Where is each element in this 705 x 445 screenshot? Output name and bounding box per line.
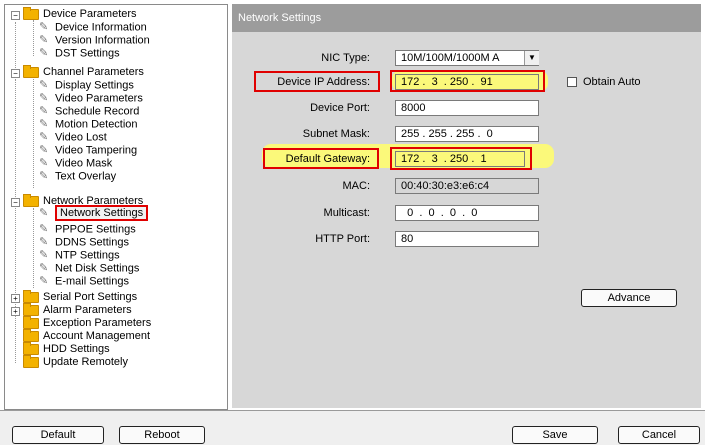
gateway-label-highlight	[263, 148, 379, 169]
panel-title: Network Settings	[238, 12, 322, 24]
tree-update-remotely[interactable]: Update Remotely	[23, 354, 128, 369]
tree-ntp-settings[interactable]: ✎ NTP Settings	[39, 249, 120, 262]
tree-schedule-record[interactable]: ✎ Schedule Record	[39, 105, 139, 118]
pencil-icon: ✎	[39, 236, 49, 248]
mac-field: 00:40:30:e3:e6:c4	[395, 178, 539, 194]
expand-toggle[interactable]: +	[11, 294, 20, 303]
pencil-icon: ✎	[39, 207, 49, 219]
pencil-icon: ✎	[39, 249, 49, 261]
obtain-auto-checkbox[interactable]	[567, 77, 577, 87]
pencil-icon: ✎	[39, 21, 49, 33]
collapse-toggle[interactable]: −	[11, 198, 20, 207]
tree-version-information[interactable]: ✎ Version Information	[39, 34, 150, 47]
tree-pppoe-settings[interactable]: ✎ PPPOE Settings	[39, 223, 136, 236]
tree-network-settings[interactable]: ✎ Network Settings	[39, 205, 149, 224]
pencil-icon: ✎	[39, 157, 49, 169]
ip-label-highlight	[254, 71, 380, 92]
tree-channel-parameters[interactable]: Channel Parameters	[23, 64, 144, 79]
subnet-mask-input[interactable]: 255 . 255 . 255 . 0	[395, 126, 539, 142]
tree-video-tampering[interactable]: ✎ Video Tampering	[39, 144, 137, 157]
folder-icon	[23, 302, 39, 316]
pencil-icon: ✎	[39, 131, 49, 143]
multicast-label: Multicast:	[323, 207, 370, 219]
pencil-icon: ✎	[39, 105, 49, 117]
tree-device-parameters[interactable]: Device Parameters	[23, 6, 137, 21]
tree-alarm-parameters[interactable]: Alarm Parameters	[23, 302, 132, 317]
nic-type-select[interactable]: 10M/100M/1000M A	[395, 50, 539, 66]
default-button[interactable]: Default	[12, 426, 104, 444]
tree-video-parameters[interactable]: ✎ Video Parameters	[39, 92, 143, 105]
mac-label: MAC:	[342, 180, 371, 192]
pencil-icon: ✎	[39, 275, 49, 287]
pencil-icon: ✎	[39, 223, 49, 235]
advance-button[interactable]: Advance	[581, 289, 677, 307]
gateway-field-highlight	[390, 147, 532, 170]
folder-icon	[23, 64, 39, 78]
folder-icon	[23, 193, 39, 207]
tree-video-mask[interactable]: ✎ Video Mask	[39, 157, 112, 170]
pencil-icon: ✎	[39, 92, 49, 104]
expand-toggle[interactable]: +	[11, 307, 20, 316]
tree-line	[33, 20, 34, 56]
pencil-icon: ✎	[39, 79, 49, 91]
tree-ddns-settings[interactable]: ✎ DDNS Settings	[39, 236, 129, 249]
tree-display-settings[interactable]: ✎ Display Settings	[39, 79, 134, 92]
obtain-auto-label: Obtain Auto	[583, 76, 641, 88]
subnet-mask-label: Subnet Mask:	[302, 128, 370, 140]
panel-header: Network Settings	[232, 4, 701, 32]
tree-line	[33, 76, 34, 188]
selected-highlight: Network Settings	[55, 205, 149, 222]
pencil-icon: ✎	[39, 262, 49, 274]
folder-icon	[23, 354, 39, 368]
folder-icon	[23, 6, 39, 20]
network-settings-panel: Network Settings NIC Type: 10M/100M/1000…	[232, 4, 701, 408]
save-button[interactable]: Save	[512, 426, 598, 444]
chevron-down-icon[interactable]: ▼	[524, 51, 539, 65]
ip-field-highlight	[390, 70, 545, 92]
folder-icon	[23, 315, 39, 329]
settings-tree: − Device Parameters ✎ Device Information …	[4, 4, 228, 410]
device-port-label: Device Port:	[310, 102, 370, 114]
nic-type-label: NIC Type:	[321, 52, 370, 64]
tree-device-information[interactable]: ✎ Device Information	[39, 21, 147, 34]
tree-line	[33, 208, 34, 288]
tree-serial-port-settings[interactable]: Serial Port Settings	[23, 289, 137, 304]
http-port-input[interactable]: 80	[395, 231, 539, 247]
folder-icon	[23, 328, 39, 342]
folder-icon	[23, 289, 39, 303]
collapse-toggle[interactable]: −	[11, 69, 20, 78]
tree-text-overlay[interactable]: ✎ Text Overlay	[39, 170, 116, 183]
collapse-toggle[interactable]: −	[11, 11, 20, 20]
tree-motion-detection[interactable]: ✎ Motion Detection	[39, 118, 138, 131]
pencil-icon: ✎	[39, 34, 49, 46]
tree-line	[15, 80, 16, 363]
pencil-icon: ✎	[39, 47, 49, 59]
pencil-icon: ✎	[39, 144, 49, 156]
tree-exception-parameters[interactable]: Exception Parameters	[23, 315, 151, 330]
tree-net-disk-settings[interactable]: ✎ Net Disk Settings	[39, 262, 139, 275]
tree-dst-settings[interactable]: ✎ DST Settings	[39, 47, 120, 60]
tree-account-management[interactable]: Account Management	[23, 328, 150, 343]
tree-hdd-settings[interactable]: HDD Settings	[23, 341, 110, 356]
http-port-label: HTTP Port:	[315, 233, 370, 245]
multicast-input[interactable]: 0 . 0 . 0 . 0	[395, 205, 539, 221]
device-port-input[interactable]: 8000	[395, 100, 539, 116]
tree-email-settings[interactable]: ✎ E-mail Settings	[39, 275, 129, 288]
pencil-icon: ✎	[39, 170, 49, 182]
pencil-icon: ✎	[39, 118, 49, 130]
panel-content: NIC Type: 10M/100M/1000M A ▼ Device IP A…	[232, 40, 701, 408]
folder-icon	[23, 341, 39, 355]
tree-video-lost[interactable]: ✎ Video Lost	[39, 131, 107, 144]
control-bar: Default Reboot Save Cancel	[0, 411, 705, 445]
reboot-button[interactable]: Reboot	[119, 426, 205, 444]
cancel-button[interactable]: Cancel	[618, 426, 700, 444]
